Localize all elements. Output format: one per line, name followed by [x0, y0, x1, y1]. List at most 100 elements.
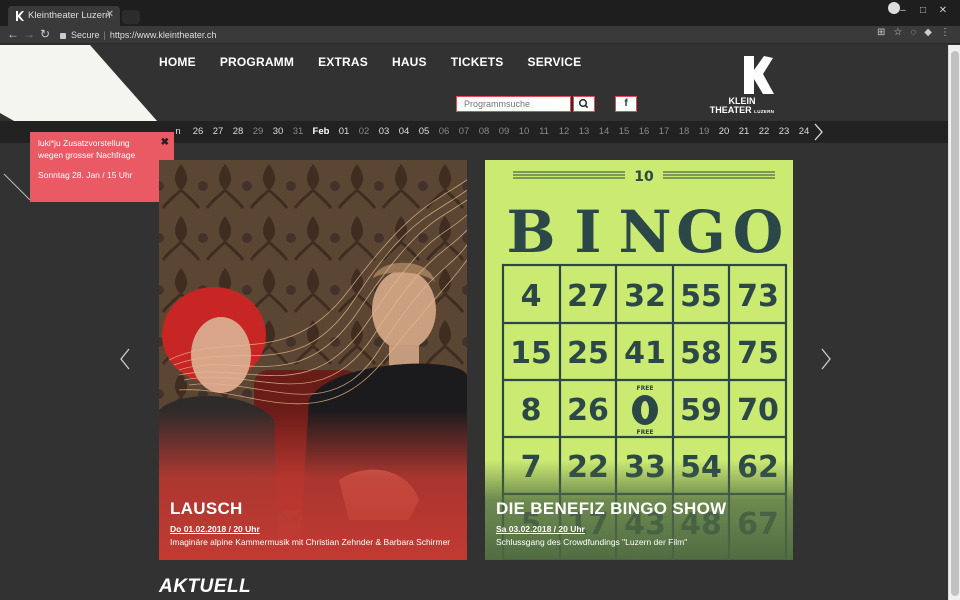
bingo-number: 25 [567, 336, 609, 371]
search-icon [578, 98, 589, 109]
bingo-header-letter: I [574, 198, 601, 266]
date-item[interactable]: 04 [394, 121, 414, 143]
date-item[interactable]: 29 [248, 121, 268, 143]
nav-haus[interactable]: HAUS [392, 55, 427, 69]
extension-icon[interactable]: ◌ [910, 27, 916, 38]
card-description: Schlussgang des Crowdfundings "Luzern de… [496, 537, 688, 547]
kleintheater-favicon-icon [16, 11, 24, 21]
maximize-icon[interactable]: □ [914, 2, 932, 20]
nav-extras[interactable]: EXTRAS [318, 55, 368, 69]
nav-service[interactable]: SERVICE [528, 55, 582, 69]
date-item[interactable]: 05 [414, 121, 434, 143]
browser-tabbar: Kleintheater Luzern ✕ – □ ✕ [0, 0, 960, 26]
search-input[interactable] [456, 96, 571, 112]
back-icon[interactable]: ← [6, 27, 20, 41]
notice-date: Sonntag 28. Jan / 15 Uhr [38, 170, 133, 180]
bingo-number: 41 [624, 336, 666, 371]
date-item[interactable]: 08 [474, 121, 494, 143]
date-month-label: Feb [312, 126, 330, 137]
date-item[interactable]: 13 [574, 121, 594, 143]
k-logo-icon [744, 56, 774, 94]
date-item[interactable]: 16 [634, 121, 654, 143]
scrollbar-thumb[interactable] [951, 51, 959, 596]
bingo-number: 32 [624, 279, 666, 314]
date-item[interactable]: 09 [494, 121, 514, 143]
address-bar[interactable]: Secure | https://www.kleintheater.ch [56, 28, 896, 42]
date-item[interactable]: 10 [514, 121, 534, 143]
bingo-number: 55 [680, 279, 722, 314]
card-title[interactable]: DIE BENEFIZ BINGO SHOW [496, 499, 782, 519]
nav-home[interactable]: HOME [159, 55, 196, 69]
translate-icon[interactable]: ⊞ [877, 27, 885, 38]
logo-text: KLEIN THEATER LUZERN [706, 97, 778, 116]
facebook-button[interactable]: f [615, 96, 637, 112]
close-window-icon[interactable]: ✕ [934, 2, 952, 20]
url-text: https://www.kleintheater.ch [109, 30, 217, 40]
notice-popup[interactable]: ✖ luki*ju Zusatzvorstellung wegen grosse… [30, 132, 174, 202]
bingo-number: 15 [510, 336, 552, 371]
event-card-bingo[interactable]: 10 BINGO 4 27 32 55 73 15 25 41 58 75 8 26 FREE FREE 5… [485, 160, 793, 560]
date-item[interactable]: 03 [374, 121, 394, 143]
bookmark-star-icon[interactable]: ☆ [893, 27, 902, 38]
reload-icon[interactable]: ↻ [38, 27, 52, 41]
date-item[interactable]: 30 [268, 121, 288, 143]
forward-icon[interactable]: → [22, 27, 36, 41]
secure-label: Secure [71, 30, 100, 40]
date-item[interactable]: 20 [714, 121, 734, 143]
menu-icon[interactable]: ⋮ [940, 27, 950, 38]
date-item[interactable]: 28 [228, 121, 248, 143]
event-card-lausch[interactable]: LAUSCH Do 01.02.2018 / 20 Uhr Imaginäre … [159, 160, 467, 560]
date-item[interactable]: 26 [188, 121, 208, 143]
date-item[interactable]: 31 [288, 121, 308, 143]
date-item[interactable]: 21 [734, 121, 754, 143]
url-separator: | [103, 30, 106, 40]
slider-prev-arrow-icon[interactable] [119, 347, 131, 371]
tab-close-icon[interactable]: ✕ [106, 9, 114, 20]
search-button[interactable] [573, 96, 595, 112]
card-date-link[interactable]: Do 01.02.2018 / 20 Uhr [170, 524, 456, 534]
kleintheater-logo[interactable]: KLEIN THEATER LUZERN [706, 55, 778, 115]
card-date-link[interactable]: Sa 03.02.2018 / 20 Uhr [496, 524, 782, 534]
card-title[interactable]: LAUSCH [170, 499, 456, 519]
date-next-arrow-icon[interactable] [812, 121, 824, 143]
slider-next-arrow-icon[interactable] [820, 347, 832, 371]
date-item[interactable]: 02 [354, 121, 374, 143]
bingo-free-label: FREE [637, 429, 654, 436]
date-item[interactable]: 23 [774, 121, 794, 143]
logo-line2: THEATER [709, 105, 752, 115]
logo-line3: LUZERN [754, 109, 775, 114]
bingo-number: 70 [737, 393, 779, 428]
date-item[interactable]: 15 [614, 121, 634, 143]
lock-icon [60, 32, 66, 39]
date-item[interactable]: 27 [208, 121, 228, 143]
bingo-number: 27 [567, 279, 609, 314]
bingo-number: 75 [737, 336, 779, 371]
date-item[interactable]: 14 [594, 121, 614, 143]
date-item[interactable]: 06 [434, 121, 454, 143]
browser-toolbar: ← → ↻ Secure | https://www.kleintheater.ch… [0, 26, 960, 44]
main-navigation: HOME PROGRAMM EXTRAS HAUS TICKETS SERVIC… [159, 55, 581, 69]
bingo-header-letter: B [506, 198, 555, 266]
nav-programm[interactable]: PROGRAMM [220, 55, 294, 69]
date-item[interactable]: 22 [754, 121, 774, 143]
date-item[interactable]: 24 [794, 121, 814, 143]
bingo-number: 26 [567, 393, 609, 428]
date-item[interactable]: 17 [654, 121, 674, 143]
date-item[interactable]: 12 [554, 121, 574, 143]
page-viewport: HOME PROGRAMM EXTRAS HAUS TICKETS SERVIC… [0, 45, 948, 600]
bingo-number: 73 [737, 279, 779, 314]
date-item[interactable]: 19 [694, 121, 714, 143]
date-item[interactable]: 07 [454, 121, 474, 143]
date-item[interactable]: 18 [674, 121, 694, 143]
date-item[interactable]: 01 [334, 121, 354, 143]
date-item[interactable]: 11 [534, 121, 554, 143]
tab-title: Kleintheater Luzern [28, 10, 111, 21]
extension-icon-2[interactable]: ◆ [924, 27, 932, 38]
browser-tab[interactable]: Kleintheater Luzern ✕ [8, 6, 120, 26]
notice-close-icon[interactable]: ✖ [161, 137, 169, 149]
minimize-icon[interactable]: – [894, 2, 912, 20]
page-scrollbar[interactable] [948, 45, 960, 600]
nav-tickets[interactable]: TICKETS [451, 55, 504, 69]
new-tab-button[interactable] [122, 10, 140, 24]
bingo-header-letter: O [733, 198, 784, 266]
